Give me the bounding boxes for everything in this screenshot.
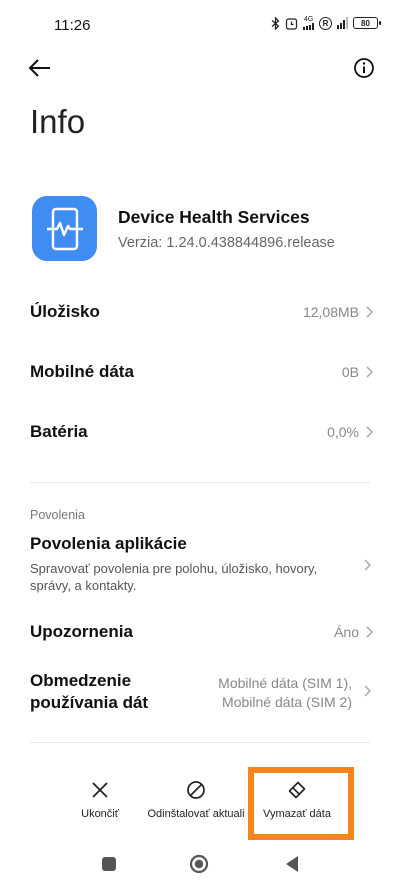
chevron-right-icon [364,685,372,697]
signal-1-icon [303,23,314,30]
triangle-back-icon [286,856,298,872]
chevron-right-icon [364,559,372,571]
page-title: Info [30,103,86,140]
device-health-icon [32,196,97,261]
permissions-section-label: Povolenia [30,508,85,522]
roaming-icon: R [319,16,332,30]
network-type: 4G [303,16,314,30]
navigation-bar [0,848,400,889]
storage-label: Úložisko [30,302,100,321]
chevron-right-icon [366,426,374,438]
data-limit-row[interactable]: Obmedzenie používania dát Mobilné dáta (… [30,670,374,714]
nav-back-button[interactable] [285,855,299,878]
app-info-button[interactable] [352,56,376,80]
battery-icon: 80 [353,17,381,29]
app-permissions-title: Povolenia aplikácie [30,534,187,553]
chevron-right-icon [366,366,374,378]
app-permissions-row[interactable]: Povolenia aplikácie Spravovať povolenia … [30,534,374,594]
mobile-data-row[interactable]: Mobilné dáta 0B [30,362,374,382]
block-icon [187,781,205,799]
arrow-left-icon [28,59,50,77]
stop-button[interactable]: Ukončiť [45,780,155,820]
mobile-data-value: 0B [341,364,359,380]
status-time: 11:26 [54,17,91,34]
data-limit-value: Mobilné dáta (SIM 1), Mobilné dáta (SIM … [218,674,352,712]
battery-row[interactable]: Batéria 0,0% [30,422,374,442]
divider [30,482,370,483]
chevron-right-icon [366,306,374,318]
network-type-label: 4G [303,16,314,23]
divider [30,742,370,743]
notifications-label: Upozornenia [30,622,133,641]
notifications-row[interactable]: Upozornenia Áno [30,622,374,642]
info-icon [354,58,374,78]
mobile-data-label: Mobilné dáta [30,362,134,381]
app-version: Verzia: 1.24.0.438844896.release [118,235,335,251]
app-permissions-desc: Spravovať povolenia pre polohu, úložisko… [30,561,318,593]
chevron-right-icon [366,626,374,638]
stop-label: Ukončiť [81,808,119,820]
home-button[interactable] [189,854,209,879]
battery-level: 80 [361,18,370,28]
uninstall-updates-label: Odinštalovať aktuali [147,808,245,820]
signal-2-icon [337,17,348,29]
storage-value: 12,08MB [302,304,359,320]
app-name: Device Health Services [118,207,310,227]
status-bar: 11:26 4G R 80 [0,0,400,50]
close-icon [92,782,108,798]
back-button[interactable] [26,55,54,81]
uninstall-updates-button[interactable]: Odinštalovať aktuali [141,780,251,820]
data-limit-title: Obmedzenie používania dát [30,671,149,712]
clear-data-highlight [248,767,354,840]
alarm-clock-icon [285,17,298,30]
bluetooth-icon [271,16,280,30]
battery-value: 0,0% [327,424,359,440]
recents-button[interactable] [101,856,117,877]
square-icon [102,857,116,871]
storage-row[interactable]: Úložisko 12,08MB [30,302,374,322]
data-limit-value-sim2: Mobilné dáta (SIM 2) [222,694,352,710]
circle-icon [189,854,209,874]
battery-label: Batéria [30,422,88,441]
notifications-value: Áno [334,624,359,640]
data-limit-value-sim1: Mobilné dáta (SIM 1), [218,675,352,691]
status-icons: 4G R 80 [271,16,381,30]
